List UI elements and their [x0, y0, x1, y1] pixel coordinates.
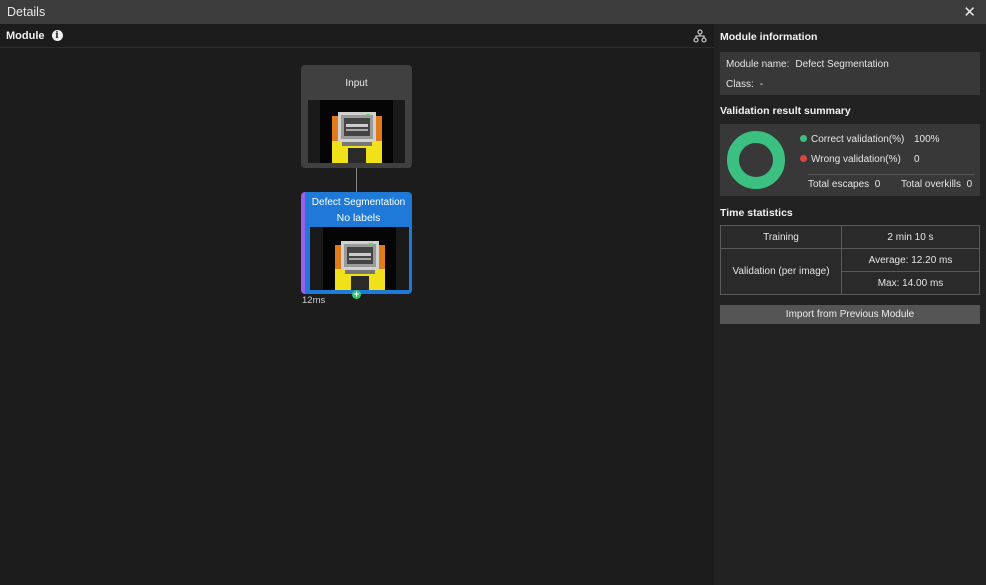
wrong-label: Wrong validation(%): [811, 154, 901, 165]
divider: [808, 174, 974, 175]
validation-donut-chart: [727, 131, 785, 189]
node-time: 12ms: [302, 295, 326, 306]
node-connector: [356, 168, 357, 192]
module-header: Module i: [0, 24, 714, 48]
class-label: Class:: [726, 79, 754, 90]
wrong-value: 0: [914, 154, 920, 165]
time-stats-title: Time statistics: [720, 207, 793, 219]
correct-label: Correct validation(%): [811, 134, 905, 145]
input-node[interactable]: Input: [301, 65, 412, 168]
training-label: Training: [720, 225, 842, 249]
info-panel: Module information Module name: Defect Se…: [714, 24, 986, 585]
class-value: -: [759, 79, 764, 90]
node-label: Defect Segmentation: [311, 197, 406, 208]
correct-value: 100%: [914, 134, 940, 145]
module-info-title: Module information: [720, 31, 818, 43]
module-info-box: Module name: Defect Segmentation Class: -: [720, 52, 980, 95]
hierarchy-icon[interactable]: [693, 28, 707, 43]
training-value: 2 min 10 s: [841, 225, 980, 249]
info-icon[interactable]: i: [51, 30, 63, 41]
correct-dot-icon: [800, 135, 807, 142]
module-name-label: Module name:: [726, 59, 790, 70]
overkills-label: Total overkills: [901, 179, 962, 190]
add-module-icon[interactable]: +: [352, 290, 361, 299]
window-title: Details: [7, 5, 46, 19]
max-time: Max: 14.00 ms: [841, 271, 980, 295]
defect-segmentation-node[interactable]: Defect Segmentation No labels: [301, 192, 412, 294]
validation-box: Correct validation(%) 100% Wrong validat…: [720, 124, 980, 196]
average-time: Average: 12.20 ms: [841, 248, 980, 272]
validation-per-image-label: Validation (per image): [720, 248, 842, 295]
time-stats-table: Training 2 min 10 s Validation (per imag…: [720, 225, 980, 295]
close-icon[interactable]: ✕: [963, 5, 976, 20]
validation-title: Validation result summary: [720, 105, 851, 117]
overkills-value: 0: [966, 179, 973, 190]
module-graph-panel: Module i Input Defect Segmentation No la…: [0, 24, 714, 585]
title-bar: Details ✕: [0, 0, 986, 24]
node-label: Input: [345, 78, 368, 89]
defect-thumbnail: [310, 227, 409, 290]
input-thumbnail: [308, 100, 405, 163]
module-name-value: Defect Segmentation: [795, 59, 889, 70]
node-sublabel: No labels: [336, 212, 381, 224]
import-from-previous-module-button[interactable]: Import from Previous Module: [720, 305, 980, 324]
module-title: Module: [6, 29, 45, 42]
wrong-dot-icon: [800, 155, 807, 162]
donut-correct-arc: [727, 131, 785, 189]
escapes-label: Total escapes: [808, 179, 870, 190]
escapes-value: 0: [874, 179, 881, 190]
